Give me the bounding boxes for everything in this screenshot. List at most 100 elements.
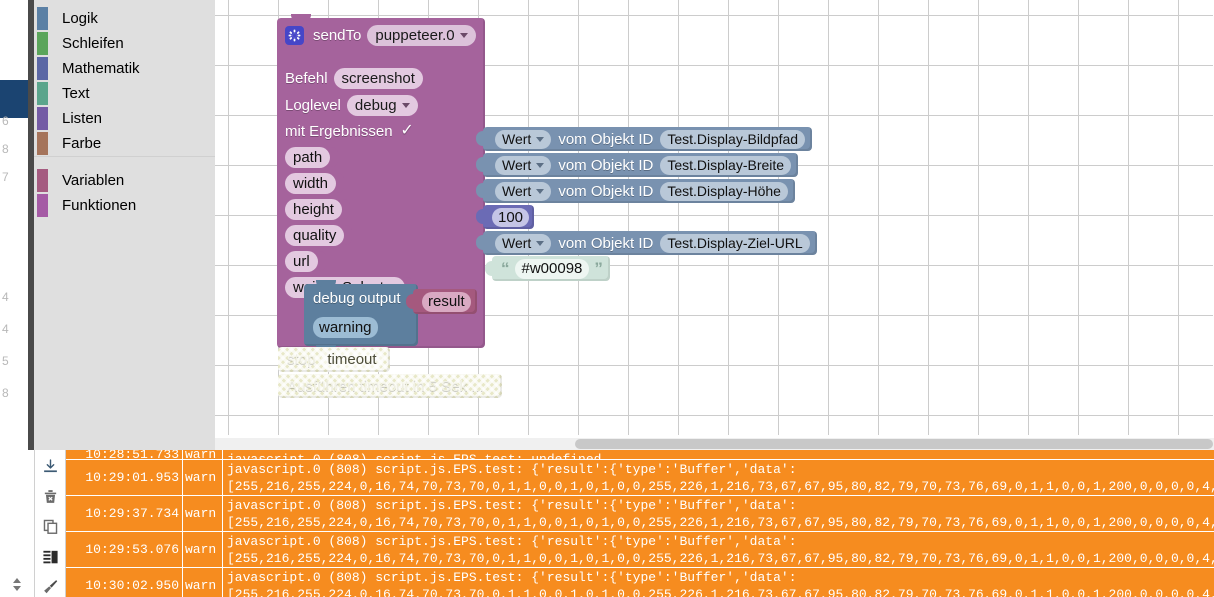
result-dropdown[interactable]: result	[422, 291, 471, 312]
log-severity: warn	[183, 568, 223, 597]
input-socket	[317, 251, 326, 271]
sendto-block[interactable]: sendTo puppeteer.0 Befehl screenshot Log…	[277, 14, 485, 352]
vom-objekt-id-label: vom Objekt ID	[558, 130, 654, 148]
gear-icon[interactable]	[285, 25, 304, 45]
log-message-line: javascript.0 (808) script.js.EPS.test: {…	[227, 570, 797, 585]
value-type-dropdown[interactable]: Wert	[495, 129, 552, 149]
number-field[interactable]: 100	[492, 207, 530, 227]
instance-dropdown[interactable]: puppeteer.0	[367, 24, 476, 46]
clipped-digit: 5	[2, 354, 9, 368]
blockly-toolbox: Logik Schleifen Mathematik Text Listen F…	[34, 0, 215, 450]
vom-objekt-id-label: vom Objekt ID	[558, 156, 654, 174]
clipped-digit: 4	[2, 290, 9, 304]
toolbox-item-listen[interactable]: Listen	[34, 106, 215, 131]
stop-block[interactable]: stop timeout	[278, 347, 390, 372]
scroll-down-icon[interactable]	[13, 586, 21, 591]
input-socket	[344, 225, 353, 245]
debug-level-dropdown[interactable]: warning	[313, 317, 378, 338]
log-table[interactable]: 10:28:51.733 warn javascript.0 (808) scr…	[66, 450, 1214, 597]
clipped-digit: 8	[2, 142, 9, 156]
open-quote-icon: “	[501, 259, 510, 278]
log-timestamp: 10:29:53.076	[66, 532, 183, 567]
vom-objekt-id-label: vom Objekt ID	[558, 182, 654, 200]
value-type-dropdown[interactable]: Wert	[495, 155, 552, 175]
table-row[interactable]: 10:29:37.734 warn javascript.0 (808) scr…	[66, 496, 1214, 532]
category-color-swatch	[37, 169, 48, 192]
toolbox-separator	[34, 156, 215, 168]
object-id-field[interactable]: Test.Display-Ziel-URL	[660, 233, 810, 253]
log-message-line: [255,216,255,224,0,16,74,70,73,70,0,1,1,…	[227, 515, 1214, 530]
object-id-value-block[interactable]: Wert vom Objekt ID Test.Display-Ziel-URL	[476, 231, 817, 255]
log-timestamp: 10:30:02.950	[66, 568, 183, 597]
clipped-digit: 7	[2, 170, 9, 184]
loglevel-dropdown[interactable]: debug	[346, 94, 418, 116]
value-type-dropdown[interactable]: Wert	[495, 233, 552, 253]
category-color-swatch	[37, 82, 48, 105]
toolbox-item-logik[interactable]: Logik	[34, 6, 215, 31]
object-id-field[interactable]: Test.Display-Breite	[660, 155, 792, 175]
toolbox-item-label: Schleifen	[62, 35, 124, 52]
category-color-swatch	[37, 7, 48, 30]
value-type-label: Wert	[502, 235, 532, 251]
stop-value: timeout	[327, 351, 377, 368]
log-message: javascript.0 (808) script.js.EPS.test: {…	[223, 568, 1214, 597]
stop-value-dropdown[interactable]: timeout	[321, 349, 383, 370]
toolbox-item-text[interactable]: Text	[34, 81, 215, 106]
log-message-line: javascript.0 (808) script.js.EPS.test: {…	[227, 498, 797, 513]
toolbox-item-mathematik[interactable]: Mathematik	[34, 56, 215, 81]
download-icon[interactable]	[38, 456, 62, 476]
value-type-dropdown[interactable]: Wert	[495, 181, 552, 201]
object-id-value-block[interactable]: Wert vom Objekt ID Test.Display-Breite	[475, 153, 799, 177]
chevron-down-icon	[536, 136, 545, 142]
debug-output-block[interactable]: debug output warning	[304, 280, 425, 352]
instance-value: puppeteer.0	[375, 26, 455, 44]
value-type-label: Wert	[502, 157, 532, 173]
table-row[interactable]: 10:30:02.950 warn javascript.0 (808) scr…	[66, 568, 1214, 597]
table-row[interactable]: 10:28:51.733 warn javascript.0 (808) scr…	[66, 450, 1214, 462]
log-timestamp: 10:29:01.953	[66, 460, 183, 495]
table-row[interactable]: 10:29:53.076 warn javascript.0 (808) scr…	[66, 532, 1214, 568]
chevron-down-icon	[459, 32, 468, 38]
table-row[interactable]: 10:29:01.953 warn javascript.0 (808) scr…	[66, 460, 1214, 496]
scroll-up-icon[interactable]	[13, 578, 21, 583]
toolbox-item-label: Funktionen	[62, 197, 137, 214]
toolbox-item-farbe[interactable]: Farbe	[34, 131, 215, 156]
string-field[interactable]: #w00098	[514, 258, 590, 279]
mit-ergebnissen-checkbox[interactable]: ✓	[399, 123, 416, 140]
object-id-field[interactable]: Test.Display-Höhe	[660, 181, 788, 201]
value-type-label: Wert	[502, 131, 532, 147]
copy-icon[interactable]	[38, 516, 62, 536]
trash-icon[interactable]	[38, 486, 62, 506]
value-type-label: Wert	[502, 183, 532, 199]
log-scroll-buttons[interactable]	[8, 572, 26, 597]
befehl-field[interactable]: screenshot	[333, 67, 423, 89]
category-color-swatch	[37, 57, 48, 80]
category-color-swatch	[37, 194, 48, 217]
toolbox-item-funktionen[interactable]: Funktionen	[34, 193, 215, 218]
object-id-value-block[interactable]: Wert vom Objekt ID Test.Display-Höhe	[476, 179, 795, 203]
debug-output-label: debug output	[313, 290, 401, 307]
object-id-field[interactable]: Test.Display-Bildpfad	[660, 129, 806, 149]
text-string-block[interactable]: “ #w00098 ”	[485, 256, 610, 281]
number-block[interactable]: 100	[475, 205, 535, 229]
workspace-hscrollbar-thumb[interactable]	[575, 439, 1213, 449]
param-url: url	[285, 250, 318, 272]
toolbox-item-schleifen[interactable]: Schleifen	[34, 31, 215, 56]
log-message: javascript.0 (808) script.js.EPS.test: {…	[223, 532, 1214, 567]
vom-objekt-id-label: vom Objekt ID	[558, 234, 654, 252]
log-severity: warn	[183, 496, 223, 531]
result-block[interactable]: result	[406, 289, 477, 314]
chevron-down-icon	[536, 162, 545, 168]
object-id-value-block[interactable]: Wert vom Objekt ID Test.Display-Bildpfad	[475, 127, 813, 151]
block-top-notch	[291, 14, 311, 21]
blockly-workspace[interactable]: sendTo puppeteer.0 Befehl screenshot Log…	[215, 0, 1214, 435]
list-icon[interactable]	[38, 547, 62, 567]
selected-list-row[interactable]	[0, 80, 28, 118]
log-message-line: javascript.0 (808) script.js.EPS.test: u…	[227, 451, 1214, 459]
timeout-note-block[interactable]: Ausführen timeout in 5 Sek ...	[278, 374, 502, 398]
log-severity: warn	[183, 532, 223, 567]
toolbox-item-label: Listen	[62, 110, 103, 127]
toolbox-item-variablen[interactable]: Variablen	[34, 168, 215, 193]
broom-icon[interactable]	[38, 577, 62, 597]
clipped-digit: 6	[2, 114, 9, 128]
